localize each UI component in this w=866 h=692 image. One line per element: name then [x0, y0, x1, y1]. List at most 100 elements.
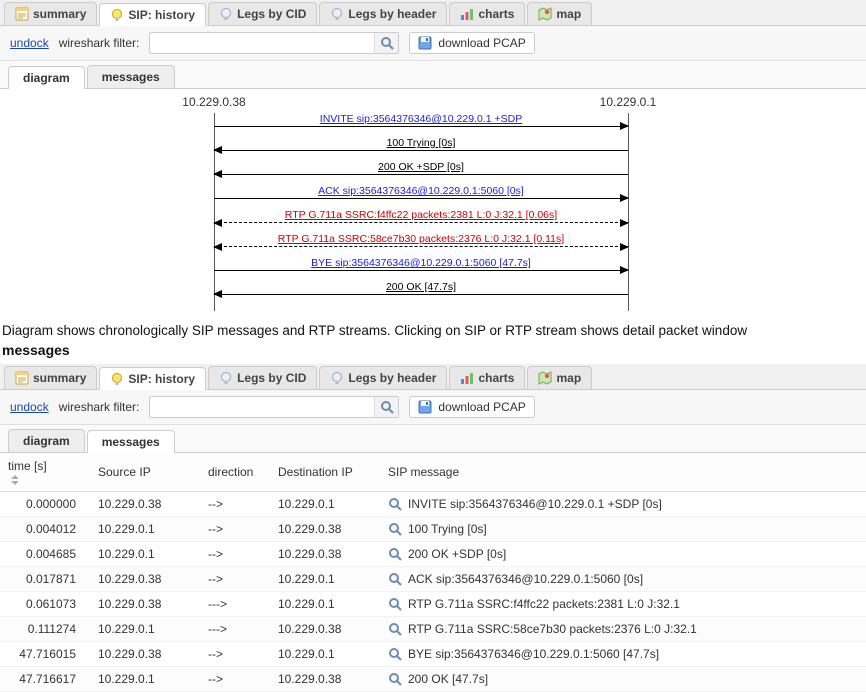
tab-sip-history[interactable]: SIP: history — [99, 3, 206, 26]
bulb-off-icon — [219, 7, 233, 21]
cell-dir: ---> — [200, 592, 270, 617]
tab-label: Legs by CID — [237, 7, 306, 21]
magnifier-icon[interactable] — [388, 597, 402, 611]
table-row[interactable]: 0.00401210.229.0.1-->10.229.0.38100 Tryi… — [0, 517, 866, 542]
seq-arrow — [214, 174, 628, 175]
download-pcap-label-2: download PCAP — [438, 400, 525, 414]
magnifier-icon[interactable] — [388, 622, 402, 636]
cell-time: 47.716015 — [0, 642, 90, 667]
seq-message[interactable]: 100 Trying [0s] — [214, 137, 628, 163]
seq-message-label[interactable]: RTP G.711a SSRC:f4ffc22 packets:2381 L:0… — [214, 209, 628, 222]
tab-sip-history[interactable]: SIP: history — [99, 367, 206, 390]
cell-msg: RTP G.711a SSRC:f4ffc22 packets:2381 L:0… — [380, 592, 866, 617]
cell-src: 10.229.0.1 — [90, 667, 200, 692]
cell-time: 0.017871 — [0, 567, 90, 592]
cell-time: 0.004685 — [0, 542, 90, 567]
search-icon — [380, 36, 394, 50]
tab-legs-by-cid[interactable]: Legs by CID — [208, 2, 317, 25]
cell-dir: --> — [200, 642, 270, 667]
col-sip-message[interactable]: SIP message — [380, 453, 866, 492]
tab-legs-by-header[interactable]: Legs by header — [319, 2, 447, 25]
charts-icon — [460, 371, 474, 385]
tab-charts[interactable]: charts — [449, 366, 525, 389]
cell-time: 47.716617 — [0, 667, 90, 692]
summary-icon — [15, 371, 29, 385]
cell-dst: 10.229.0.1 — [270, 642, 380, 667]
seq-message[interactable]: INVITE sip:3564376346@10.229.0.1 +SDP — [214, 113, 628, 139]
summary-icon — [15, 7, 29, 21]
main-tabs-2: summarySIP: historyLegs by CID Legs by he… — [0, 364, 866, 390]
tab-summary[interactable]: summary — [4, 366, 97, 389]
download-pcap-button[interactable]: download PCAP — [409, 32, 534, 54]
tab-legs-by-cid[interactable]: Legs by CID — [208, 366, 317, 389]
tab-label: map — [556, 7, 581, 21]
col-label: time [s] — [8, 459, 47, 473]
magnifier-icon[interactable] — [388, 522, 402, 536]
magnifier-icon[interactable] — [388, 547, 402, 561]
tab-charts[interactable]: charts — [449, 2, 525, 25]
subtab-diagram[interactable]: diagram — [8, 66, 85, 89]
col-source-ip[interactable]: Source IP — [90, 453, 200, 492]
download-pcap-button-2[interactable]: download PCAP — [409, 396, 534, 418]
download-pcap-label: download PCAP — [438, 36, 525, 50]
table-row[interactable]: 0.00000010.229.0.38-->10.229.0.1INVITE s… — [0, 492, 866, 517]
seq-message[interactable]: RTP G.711a SSRC:f4ffc22 packets:2381 L:0… — [214, 209, 628, 235]
table-row[interactable]: 47.71661710.229.0.1-->10.229.0.38200 OK … — [0, 667, 866, 692]
col-label: Source IP — [98, 465, 151, 479]
table-row[interactable]: 0.00468510.229.0.1-->10.229.0.38200 OK +… — [0, 542, 866, 567]
seq-message-label[interactable]: 100 Trying [0s] — [214, 137, 628, 150]
cell-msg-text: RTP G.711a SSRC:58ce7b30 packets:2376 L:… — [408, 622, 697, 636]
seq-message-label[interactable]: 200 OK [47.7s] — [214, 281, 628, 294]
tab-label: Legs by header — [348, 371, 436, 385]
tab-label: summary — [33, 7, 86, 21]
cell-dir: --> — [200, 667, 270, 692]
seq-message[interactable]: 200 OK [47.7s] — [214, 281, 628, 307]
tab-legs-by-header[interactable]: Legs by header — [319, 366, 447, 389]
cell-msg-text: BYE sip:3564376346@10.229.0.1:5060 [47.7… — [408, 647, 659, 661]
tab-map[interactable]: map — [527, 2, 592, 25]
bulb-off-icon — [219, 371, 233, 385]
subtab-messages[interactable]: messages — [87, 430, 175, 453]
magnifier-icon[interactable] — [388, 672, 402, 686]
cell-msg: ACK sip:3564376346@10.229.0.1:5060 [0s] — [380, 567, 866, 592]
filter-search-button[interactable] — [374, 33, 398, 53]
magnifier-icon[interactable] — [388, 647, 402, 661]
bulb-icon — [110, 372, 124, 386]
table-row[interactable]: 47.71601510.229.0.38-->10.229.0.1BYE sip… — [0, 642, 866, 667]
filter-label: wireshark filter: — [59, 36, 140, 50]
charts-icon — [460, 7, 474, 21]
cell-dst: 10.229.0.38 — [270, 542, 380, 567]
seq-message-label[interactable]: INVITE sip:3564376346@10.229.0.1 +SDP — [214, 113, 628, 126]
seq-message-label[interactable]: ACK sip:3564376346@10.229.0.1:5060 [0s] — [214, 185, 628, 198]
magnifier-icon[interactable] — [388, 497, 402, 511]
seq-message-label[interactable]: BYE sip:3564376346@10.229.0.1:5060 [47.7… — [214, 257, 628, 270]
seq-message[interactable]: 200 OK +SDP [0s] — [214, 161, 628, 187]
tab-label: Legs by header — [348, 7, 436, 21]
filter-input-2[interactable] — [150, 398, 374, 416]
subtab-diagram[interactable]: diagram — [8, 429, 85, 452]
seq-message-label[interactable]: RTP G.711a SSRC:58ce7b30 packets:2376 L:… — [214, 233, 628, 246]
undock-link[interactable]: undock — [10, 36, 49, 50]
table-row[interactable]: 0.06107310.229.0.38--->10.229.0.1RTP G.7… — [0, 592, 866, 617]
magnifier-icon[interactable] — [388, 572, 402, 586]
tab-summary[interactable]: summary — [4, 2, 97, 25]
undock-link-2[interactable]: undock — [10, 400, 49, 414]
filter-search-button-2[interactable] — [374, 397, 398, 417]
seq-message[interactable]: RTP G.711a SSRC:58ce7b30 packets:2376 L:… — [214, 233, 628, 259]
col-time-s-[interactable]: time [s] — [0, 453, 90, 492]
main-tabs: summary SIP: history Legs by CID Legs by he… — [0, 0, 866, 26]
table-row[interactable]: 0.11127410.229.0.1--->10.229.0.38RTP G.7… — [0, 617, 866, 642]
col-destination-ip[interactable]: Destination IP — [270, 453, 380, 492]
tab-label: SIP: history — [128, 8, 195, 22]
seq-message-label[interactable]: 200 OK +SDP [0s] — [214, 161, 628, 174]
seq-message[interactable]: BYE sip:3564376346@10.229.0.1:5060 [47.7… — [214, 257, 628, 283]
seq-message[interactable]: ACK sip:3564376346@10.229.0.1:5060 [0s] — [214, 185, 628, 211]
cell-time: 0.004012 — [0, 517, 90, 542]
col-direction[interactable]: direction — [200, 453, 270, 492]
filter-input[interactable] — [150, 34, 374, 52]
subtab-messages[interactable]: messages — [87, 65, 175, 88]
tab-map[interactable]: map — [527, 366, 592, 389]
toolbar: undock wireshark filter: download PCAP — [0, 26, 866, 61]
table-row[interactable]: 0.01787110.229.0.38-->10.229.0.1ACK sip:… — [0, 567, 866, 592]
seq-node-1: 10.229.0.1 — [600, 95, 657, 109]
